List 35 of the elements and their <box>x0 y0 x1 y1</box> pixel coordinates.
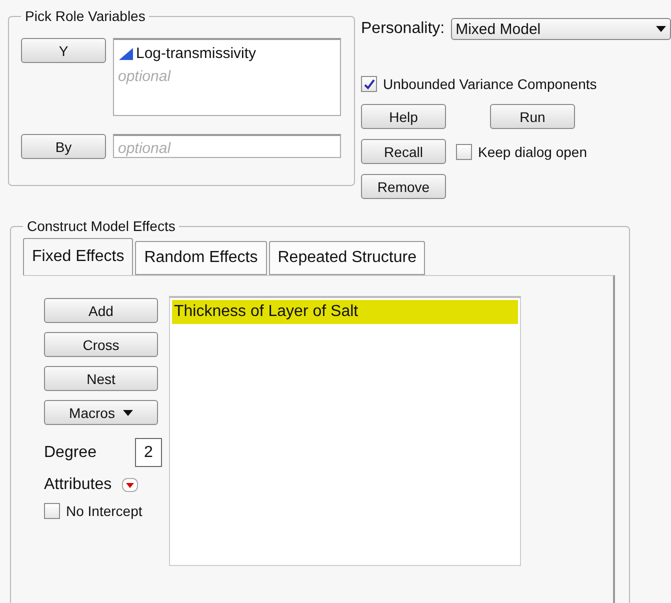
degree-label: Degree <box>44 444 96 462</box>
role-button[interactable]: By <box>21 134 106 159</box>
checkbox[interactable] <box>361 76 377 92</box>
caret-icon <box>122 410 133 416</box>
placeholder-text: optional <box>118 139 172 159</box>
role-button[interactable]: Y <box>21 38 106 63</box>
triangle-icon <box>118 47 134 61</box>
personality-label: Personality: <box>361 20 445 38</box>
macros-button[interactable]: Macros <box>44 400 158 425</box>
panel-title: Pick Role Variables <box>24 8 146 24</box>
checkbox-label: No Intercept <box>66 503 142 519</box>
checkbox[interactable] <box>456 144 472 160</box>
panel-title: Construct Model Effects <box>26 218 176 234</box>
tab[interactable]: Fixed Effects <box>23 238 134 275</box>
recall-button[interactable]: Recall <box>361 139 446 164</box>
role-list[interactable]: Log-transmissivity optional <box>113 38 341 116</box>
effect-button[interactable]: Add <box>44 298 158 323</box>
placeholder-text: optional <box>118 67 172 87</box>
checkbox-label: Unbounded Variance Components <box>383 76 597 92</box>
variable-item[interactable]: Log-transmissivity <box>118 42 336 66</box>
checkbox[interactable] <box>44 503 60 519</box>
degree-field[interactable]: 2 <box>135 438 162 467</box>
remove-button[interactable]: Remove <box>361 174 446 199</box>
checkbox-label: Keep dialog open <box>478 144 587 160</box>
caret-icon <box>656 26 666 32</box>
effect-button[interactable]: Cross <box>44 332 158 357</box>
run-button[interactable]: Run <box>490 104 575 129</box>
dropdown-icon[interactable] <box>122 478 138 492</box>
personality-dropdown[interactable]: Mixed Model <box>450 18 671 40</box>
tab[interactable]: Random Effects <box>135 241 267 275</box>
tab[interactable]: Repeated Structure <box>268 241 426 275</box>
effect-item[interactable]: Thickness of Layer of Salt <box>172 300 518 324</box>
help-button[interactable]: Help <box>361 104 446 129</box>
attributes-label: Attributes <box>44 476 112 494</box>
effect-button[interactable]: Nest <box>44 366 158 391</box>
